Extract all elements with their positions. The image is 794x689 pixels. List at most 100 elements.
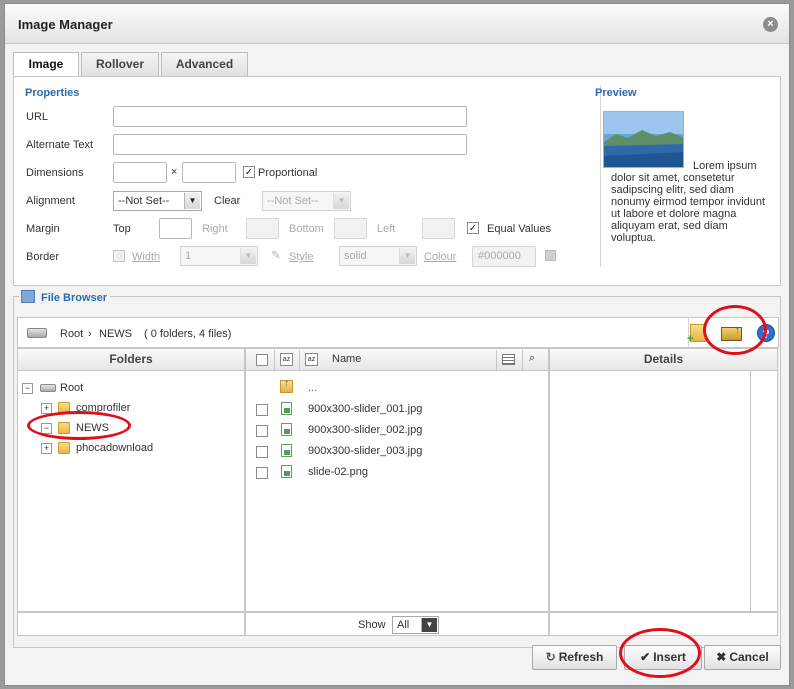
equal-values-checkbox[interactable]: ✓ — [467, 222, 479, 234]
alignment-value: --Not Set-- — [118, 195, 170, 207]
details-divider — [750, 371, 751, 611]
file-name[interactable]: 900x300-slider_002.jpg — [308, 424, 422, 436]
preview-text: Lorem ipsum dolor sit amet, consetetur s… — [611, 160, 773, 244]
alignment-select[interactable]: --Not Set-- ▼ — [113, 191, 202, 211]
alignment-label: Alignment — [26, 195, 75, 207]
clear-value: --Not Set-- — [267, 195, 319, 207]
chevron-down-icon: ▼ — [421, 618, 437, 632]
file-checkbox[interactable] — [256, 446, 268, 458]
preview-divider — [600, 85, 601, 267]
file-name[interactable]: 900x300-slider_001.jpg — [308, 403, 422, 415]
tab-label: Advanced — [175, 57, 234, 71]
proportional-checkbox[interactable]: ✓ — [243, 166, 255, 178]
file-name[interactable]: 900x300-slider_003.jpg — [308, 445, 422, 457]
dialog-title: Image Manager — [18, 17, 113, 32]
equal-values-label: Equal Values — [487, 223, 552, 235]
border-checkbox[interactable] — [113, 250, 125, 262]
preview-heading: Preview — [595, 87, 637, 99]
file-checkbox[interactable] — [256, 425, 268, 437]
header-divider — [496, 350, 497, 370]
drive-icon — [40, 384, 56, 392]
url-label: URL — [26, 111, 49, 123]
show-value: All — [397, 619, 410, 631]
tab-advanced[interactable]: Advanced — [161, 52, 248, 76]
image-file-icon — [281, 402, 292, 415]
title-bar: Image Manager × — [5, 4, 789, 44]
alt-text-input[interactable] — [113, 134, 467, 155]
margin-top-input[interactable] — [159, 218, 192, 239]
text-indent — [611, 168, 693, 169]
border-width-select[interactable]: 1 ▼ — [180, 246, 258, 266]
width-input[interactable] — [113, 162, 167, 183]
clear-select[interactable]: --Not Set-- ▼ — [262, 191, 351, 211]
details-pane: Details — [549, 348, 778, 612]
path-current[interactable]: NEWS — [99, 328, 132, 340]
margin-top-label: Top — [113, 223, 131, 235]
tree-expander-phocadownload[interactable]: + — [41, 443, 52, 454]
parent-folder-link[interactable]: ... — [308, 382, 317, 394]
image-manager-dialog: Image Manager × Image Rollover Advanced … — [4, 3, 790, 686]
folders-header: Folders — [18, 349, 244, 371]
border-colour-input[interactable]: #000000 — [472, 246, 536, 267]
folders-pane: Folders − Root + comprofiler − NEWS + ph… — [17, 348, 245, 612]
image-file-icon — [281, 444, 292, 457]
border-label: Border — [26, 251, 60, 263]
properties-heading: Properties — [25, 87, 80, 99]
border-colour-label: Colour — [424, 251, 457, 263]
select-all-checkbox[interactable] — [256, 354, 268, 366]
border-style-select[interactable]: solid ▼ — [339, 246, 417, 266]
collapse-icon: − — [22, 383, 33, 394]
close-icon[interactable]: × — [763, 17, 778, 32]
border-style-label: Style — [289, 251, 314, 263]
up-folder-icon: ↑ — [280, 378, 293, 393]
refresh-button[interactable]: ↻ Refresh — [532, 645, 617, 670]
margin-bottom-input[interactable] — [334, 218, 367, 239]
clear-label: Clear — [214, 195, 241, 207]
tree-root-label[interactable]: Root — [60, 382, 83, 394]
file-name[interactable]: slide-02.png — [308, 466, 368, 478]
tab-image[interactable]: Image — [13, 52, 79, 77]
path-info: ( 0 folders, 4 files) — [144, 328, 232, 340]
header-divider — [299, 350, 300, 370]
sort-az-icon[interactable]: az — [280, 353, 293, 366]
binoculars-icon[interactable]: ⌕ — [529, 352, 535, 365]
expand-icon: + — [41, 443, 52, 454]
name-column-header[interactable]: Name — [332, 353, 361, 365]
cross-icon: ✖ — [716, 650, 727, 664]
tab-rollover[interactable]: Rollover — [81, 52, 159, 76]
alt-text-label: Alternate Text — [26, 139, 94, 151]
annotation-circle-insert — [619, 628, 701, 678]
file-checkbox[interactable] — [256, 404, 268, 416]
url-input[interactable] — [113, 106, 467, 127]
dimensions-separator: × — [171, 166, 178, 178]
cancel-button[interactable]: ✖ Cancel — [704, 645, 781, 670]
show-select[interactable]: All ▼ — [392, 616, 439, 634]
tab-label: Image — [28, 57, 64, 71]
margin-right-input[interactable] — [246, 218, 279, 239]
pencil-icon: ✎ — [271, 248, 282, 262]
folder-icon — [58, 442, 70, 454]
path-root[interactable]: Root — [60, 328, 83, 340]
tab-label: Rollover — [95, 57, 144, 71]
dimensions-label: Dimensions — [26, 167, 84, 179]
chevron-down-icon: ▼ — [399, 248, 415, 264]
header-divider — [274, 350, 275, 370]
refresh-icon: ↻ — [545, 650, 556, 664]
preview-lorem: Lorem ipsum dolor sit amet, consetetur s… — [611, 160, 766, 244]
refresh-label: Refresh — [558, 650, 604, 664]
sort-az-desc-icon[interactable]: az — [305, 353, 318, 366]
colour-swatch-icon[interactable] — [545, 250, 556, 261]
tree-root-collapse[interactable]: − — [22, 383, 33, 394]
height-input[interactable] — [182, 162, 236, 183]
folders-footer — [17, 612, 245, 636]
list-view-icon[interactable] — [502, 354, 515, 365]
border-width-value: 1 — [185, 250, 192, 262]
margin-left-input[interactable] — [422, 218, 455, 239]
tree-item-phocadownload[interactable]: phocadownload — [76, 442, 153, 454]
margin-label: Margin — [26, 223, 60, 235]
image-file-icon — [281, 423, 292, 436]
files-pane: az az Name ⌕ ↑ ... 900x300-slider_001.jp… — [245, 348, 549, 612]
image-file-icon — [281, 465, 292, 478]
file-browser-legend: File Browser — [19, 290, 111, 304]
file-checkbox[interactable] — [256, 467, 268, 479]
